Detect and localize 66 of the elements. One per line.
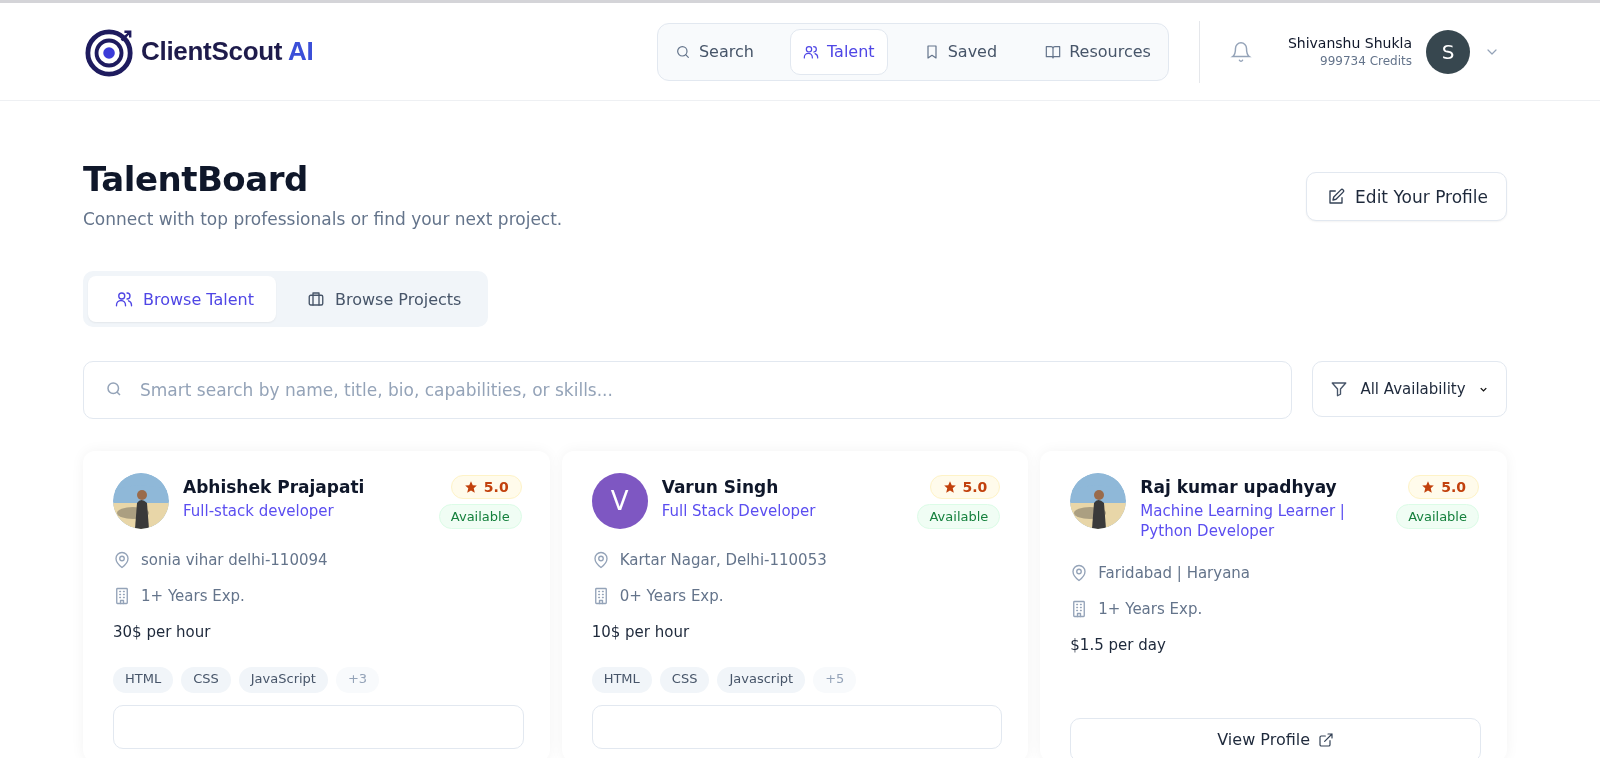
users-icon: [802, 43, 819, 60]
building-icon: [113, 587, 131, 605]
availability-badge: Available: [438, 504, 522, 529]
experience-text: 0+ Years Exp.: [619, 587, 724, 605]
rating-value: 5.0: [1441, 479, 1466, 495]
availability-badge: Available: [1396, 504, 1479, 529]
search-field[interactable]: Smart search by name, title, bio, capabilities, or skills...: [83, 361, 1292, 419]
rate-text: $1.5 per day: [1070, 635, 1167, 654]
nav-tab[interactable]: Resources: [1033, 28, 1163, 75]
rating-value: 5.0: [483, 479, 509, 495]
skill-tag: JavaScript: [238, 667, 328, 693]
skill-tag: CSS: [659, 667, 710, 693]
search-icon: [674, 43, 691, 60]
location-text: Kartar Nagar, Delhi-110053: [619, 551, 827, 569]
search-icon: [105, 380, 123, 398]
user-avatar[interactable]: S: [1426, 29, 1470, 74]
more-skills-tag: +5: [813, 667, 857, 693]
talent-title: Machine Learning Learner | Python Developer: [1140, 501, 1346, 542]
filter-icon: [1330, 380, 1349, 398]
star-icon: [1421, 480, 1436, 494]
rate-text: 30$ per hour: [113, 623, 212, 641]
pin-icon: [1070, 563, 1089, 582]
nav-tab[interactable]: Search: [662, 28, 766, 75]
skill-tag: CSS: [181, 667, 231, 693]
talent-name: Abhishek Prajapati: [183, 477, 366, 497]
skill-tag: Javascript: [717, 667, 806, 693]
talent-name: Raj kumar upadhyay: [1140, 477, 1338, 497]
more-skills-tag: +3: [335, 667, 380, 693]
users-icon: [115, 290, 133, 308]
availability-badge: Available: [917, 504, 1001, 529]
skill-tag: HTML: [591, 667, 652, 693]
skill-tag: HTML: [113, 667, 174, 693]
browse-tab[interactable]: Browse Projects: [280, 276, 484, 322]
book-icon: [1045, 43, 1062, 60]
star-icon: [942, 480, 957, 494]
talent-title: Full Stack Developer: [661, 501, 817, 522]
page-subtitle: Connect with top professionals or find your next project.: [83, 209, 563, 229]
target-logo-icon: [85, 26, 135, 77]
edit-profile-button[interactable]: Edit Your Profile: [1306, 172, 1507, 221]
bell-icon[interactable]: [1229, 40, 1252, 63]
view-profile-button[interactable]: [113, 705, 524, 749]
external-link-icon: [1318, 731, 1335, 748]
page-title: TalentBoard: [83, 159, 309, 199]
pin-icon: [113, 551, 131, 569]
user-name: Shivanshu Shukla: [1287, 35, 1412, 51]
location-text: sonia vihar delhi-110094: [141, 551, 328, 569]
talent-name: Varun Singh: [661, 477, 780, 497]
availability-dropdown[interactable]: All Availability: [1312, 361, 1507, 417]
star-icon: [463, 480, 478, 494]
experience-text: 1+ Years Exp.: [1098, 599, 1203, 618]
view-profile-button[interactable]: View Profile: [1070, 717, 1481, 758]
experience-text: 1+ Years Exp.: [141, 587, 245, 605]
nav-tab[interactable]: Talent: [789, 28, 888, 75]
avatar-initial: V: [591, 473, 648, 529]
location-text: Faridabad | Haryana: [1098, 563, 1251, 582]
rating-value: 5.0: [962, 479, 988, 495]
pin-icon: [591, 551, 610, 569]
nav-tab[interactable]: Saved: [911, 28, 1010, 75]
edit-icon: [1327, 187, 1346, 206]
briefcase-icon: [307, 290, 325, 308]
credits-count: 999734 Credits: [1319, 54, 1412, 68]
brand-name: ClientScout AI: [141, 36, 314, 67]
rate-text: 10$ per hour: [591, 623, 691, 641]
browse-tab[interactable]: Browse Talent: [88, 276, 276, 322]
view-profile-button[interactable]: [591, 705, 1003, 749]
talent-title: Full-stack developer: [183, 501, 335, 522]
